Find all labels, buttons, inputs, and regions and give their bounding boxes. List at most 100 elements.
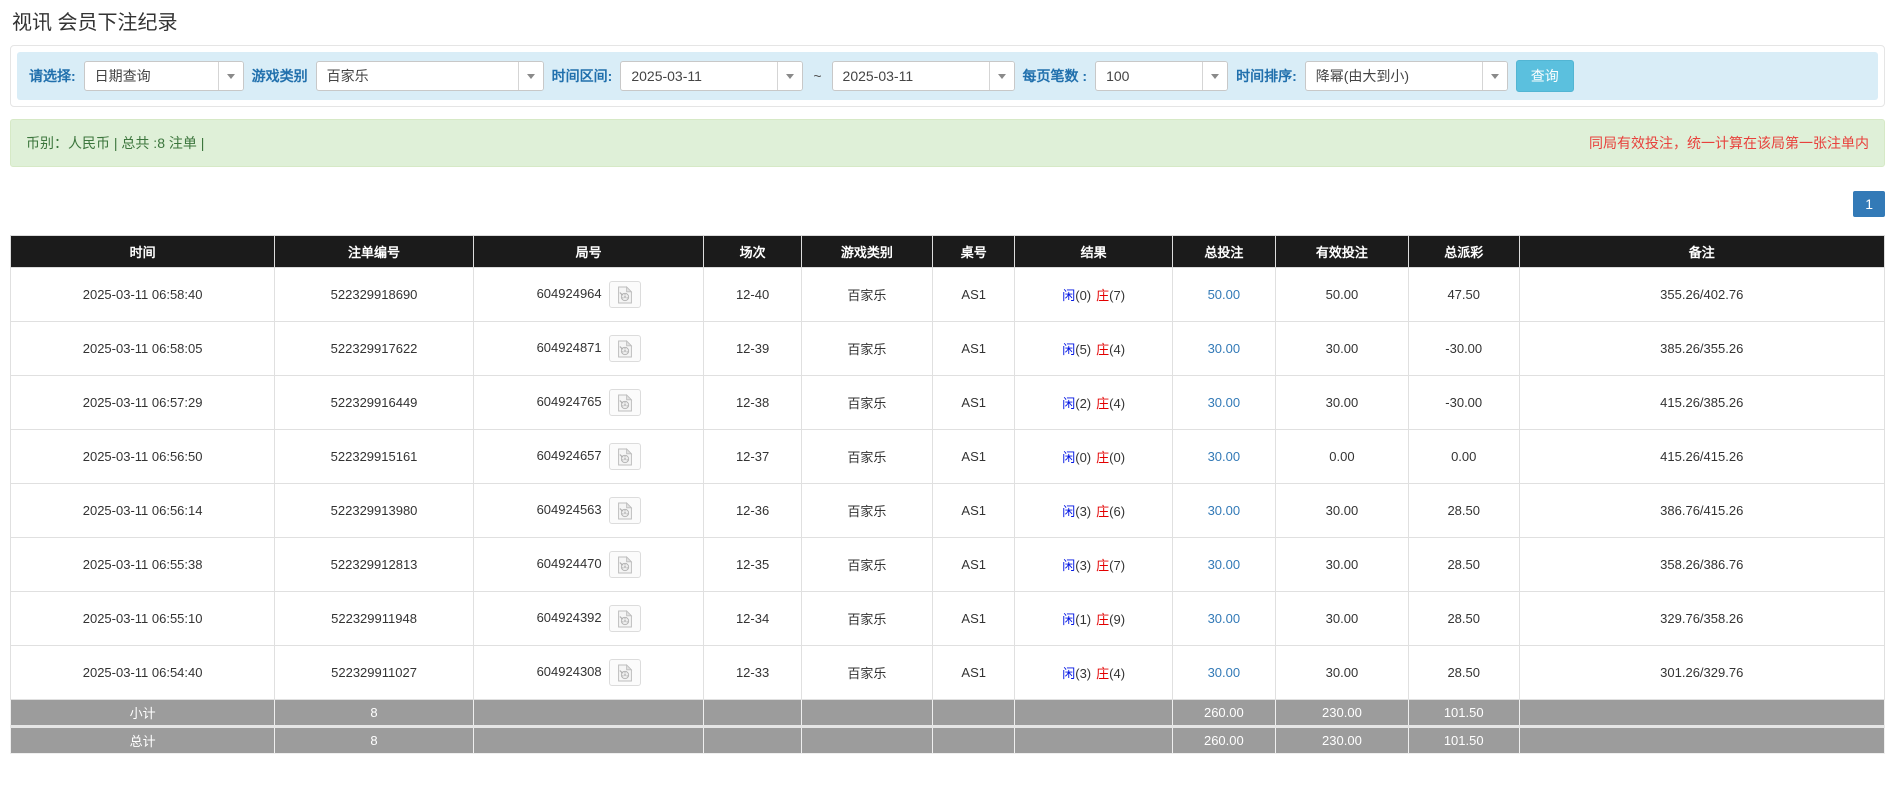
banker-label: 庄 [1096,342,1110,357]
video-replay-button[interactable] [608,281,641,308]
header-bet-no: 注单编号 [274,235,474,268]
page-size-value: 100 [1106,68,1130,84]
cell-bet-no: 522329911027 [274,645,474,700]
cell-remark: 355.26/402.76 [1518,267,1885,322]
search-button[interactable]: 查询 [1515,60,1574,92]
cell-payout: 28.50 [1407,645,1520,700]
banker-score: (9) [1109,612,1126,627]
video-replay-button[interactable] [608,551,641,578]
round-no-text: 604924657 [536,447,602,463]
cell-game-type: 百家乐 [800,429,933,484]
cell-result: 闲(2) 庄(4) [1014,375,1173,430]
header-time: 时间 [9,235,276,268]
total-bet-link[interactable]: 50.00 [1208,287,1241,302]
video-file-icon [617,609,633,627]
cell-payout: 28.50 [1407,591,1520,646]
game-type-dropdown[interactable]: 百家乐 [315,61,544,91]
time-range-label: 时间区间: [551,68,613,84]
banker-score: (7) [1109,558,1126,573]
player-label: 闲 [1062,666,1076,681]
total-bet-link[interactable]: 30.00 [1208,341,1241,356]
date-to-picker[interactable]: 2025-03-11 [831,61,1015,91]
cell-bet-no: 522329917622 [274,321,474,376]
video-replay-button[interactable] [608,389,641,416]
cell-payout: -30.00 [1407,375,1520,430]
banker-label: 庄 [1096,396,1110,411]
player-score: (2) [1075,396,1092,411]
cell-session: 12-38 [703,375,802,430]
total-bet-link[interactable]: 30.00 [1208,503,1241,518]
cell-result: 闲(0) 庄(0) [1014,429,1173,484]
video-replay-button[interactable] [608,497,641,524]
video-replay-button[interactable] [608,605,641,632]
cell-game-type: 百家乐 [800,321,933,376]
sort-order-dropdown[interactable]: 降幂(由大到小) [1304,61,1508,91]
cell-valid-bet: 30.00 [1274,591,1409,646]
cell-total-bet: 30.00 [1171,321,1276,376]
cell-remark: 415.26/385.26 [1518,375,1885,430]
chevron-down-icon [1481,62,1507,90]
cell-round-no: 604924871 [472,321,705,376]
subtotal-payout: 101.50 [1407,699,1520,727]
banker-score: (0) [1109,450,1126,465]
cell-time: 2025-03-11 06:57:29 [9,375,276,430]
cell-total-bet: 30.00 [1171,483,1276,538]
cell-remark: 329.76/358.26 [1518,591,1885,646]
page-size-dropdown[interactable]: 100 [1095,61,1229,91]
cell-round-no: 604924563 [472,483,705,538]
round-no-text: 604924308 [536,663,602,679]
player-score: (5) [1075,342,1092,357]
cell-result: 闲(3) 庄(7) [1014,537,1173,592]
total-bet-link[interactable]: 30.00 [1208,665,1241,680]
cell-total-bet: 30.00 [1171,645,1276,700]
total-row: 总计 8 260.00 230.00 101.50 [9,725,1885,754]
cell-round-no: 604924765 [472,375,705,430]
header-session: 场次 [703,235,802,268]
round-no-text: 604924392 [536,609,602,625]
header-game-type: 游戏类别 [800,235,933,268]
total-valid-bet: 230.00 [1274,725,1409,754]
video-file-icon [617,339,633,357]
page-container: 视讯 会员下注纪录 请选择: 日期查询 游戏类别 百家乐 时间区间: 2025-… [0,0,1895,754]
page-number-button[interactable]: 1 [1853,191,1885,217]
query-type-dropdown[interactable]: 日期查询 [83,61,244,91]
cell-valid-bet: 30.00 [1274,321,1409,376]
video-file-icon [617,501,633,519]
cell-time: 2025-03-11 06:55:38 [9,537,276,592]
cell-bet-no: 522329918690 [274,267,474,322]
banker-score: (4) [1109,666,1126,681]
date-from-picker[interactable]: 2025-03-11 [620,61,804,91]
total-bet-link[interactable]: 30.00 [1208,557,1241,572]
round-no-text: 604924563 [536,501,602,517]
select-label: 请选择: [29,68,76,84]
cell-session: 12-35 [703,537,802,592]
banker-label: 庄 [1096,558,1110,573]
video-replay-button[interactable] [608,443,641,470]
video-replay-button[interactable] [608,335,641,362]
total-total-bet: 260.00 [1171,725,1276,754]
chevron-down-icon [777,62,803,90]
player-label: 闲 [1062,288,1076,303]
cell-session: 12-39 [703,321,802,376]
round-no-text: 604924470 [536,555,602,571]
cell-total-bet: 50.00 [1171,267,1276,322]
header-payout: 总派彩 [1407,235,1520,268]
table-row: 2025-03-11 06:57:29 522329916449 6049247… [9,375,1885,430]
cell-valid-bet: 50.00 [1274,267,1409,322]
total-bet-link[interactable]: 30.00 [1208,449,1241,464]
table-row: 2025-03-11 06:58:40 522329918690 6049249… [9,267,1885,322]
header-round-no: 局号 [472,235,705,268]
player-label: 闲 [1062,612,1076,627]
total-bet-link[interactable]: 30.00 [1208,395,1241,410]
date-to-value: 2025-03-11 [842,68,914,84]
subtotal-label: 小计 [9,699,276,727]
subtotal-count: 8 [274,699,474,727]
total-bet-link[interactable]: 30.00 [1208,611,1241,626]
table-row: 2025-03-11 06:55:10 522329911948 6049243… [9,591,1885,646]
header-valid-bet: 有效投注 [1274,235,1409,268]
video-replay-button[interactable] [608,659,641,686]
page-size-label: 每页笔数 : [1022,68,1088,84]
banker-label: 庄 [1096,288,1110,303]
cell-time: 2025-03-11 06:56:14 [9,483,276,538]
table-header: 时间 注单编号 局号 场次 游戏类别 桌号 结果 总投注 有效投注 总派彩 备注 [9,235,1885,268]
